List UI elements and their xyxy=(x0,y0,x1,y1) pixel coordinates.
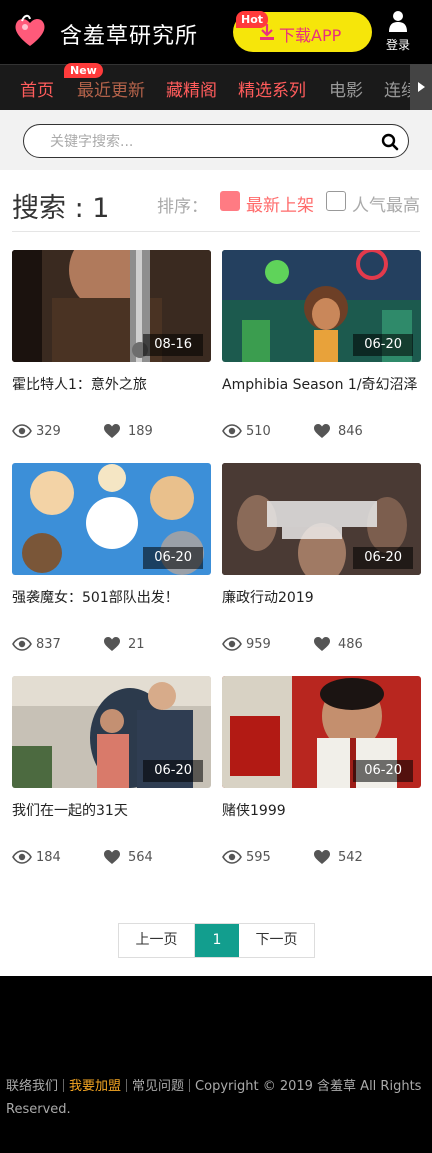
sort-option-newest[interactable]: 最新上架 xyxy=(220,190,320,216)
view-count-value: 184 xyxy=(36,850,61,865)
download-label: 下载APP xyxy=(279,26,342,45)
video-title[interactable]: Amphibia Season 1/奇幻沼泽 xyxy=(222,374,432,394)
date-tag: 06-20 xyxy=(353,547,413,569)
search-bar xyxy=(0,110,432,170)
date-tag: 08-16 xyxy=(143,334,203,356)
view-count-value: 837 xyxy=(36,637,61,652)
divider xyxy=(63,1079,65,1092)
like-count-value: 189 xyxy=(128,424,153,439)
date-tag: 06-20 xyxy=(353,334,413,356)
login-button[interactable]: 登录 xyxy=(380,10,416,54)
heart-icon xyxy=(314,850,330,864)
eye-icon xyxy=(12,637,32,651)
video-thumbnail[interactable]: 06-20 xyxy=(12,676,211,788)
like-count-value: 21 xyxy=(128,637,145,652)
login-label: 登录 xyxy=(385,38,410,52)
sort-option-label: 人气最高 xyxy=(352,196,420,216)
eye-icon xyxy=(222,424,242,438)
sort-option-label: 最新上架 xyxy=(246,196,314,216)
pagination: 上一页 1 下一页 xyxy=(118,923,315,958)
video-title[interactable]: 赌侠1999 xyxy=(222,800,432,820)
top-header: 含羞草研究所 下载APP Hot 登录 xyxy=(0,0,432,64)
video-card[interactable]: 06-20 我们在一起的31天 184 564 xyxy=(12,676,211,876)
eye-icon xyxy=(222,850,242,864)
sort-label: 排序： xyxy=(157,197,208,217)
search-icon[interactable] xyxy=(381,133,399,151)
video-thumbnail[interactable]: 06-20 xyxy=(12,463,211,575)
like-count-value: 486 xyxy=(338,637,363,652)
heart-icon xyxy=(314,637,330,651)
nav-scroll-right-icon[interactable] xyxy=(410,64,432,110)
checkbox-checked-icon xyxy=(220,191,240,211)
site-brand[interactable]: 含羞草研究所 xyxy=(60,18,198,50)
like-count-value: 542 xyxy=(338,850,363,865)
video-thumbnail[interactable]: 06-20 xyxy=(222,676,421,788)
heart-icon xyxy=(104,637,120,651)
heart-icon xyxy=(314,424,330,438)
nav-item-movies[interactable]: 电影 xyxy=(329,76,363,101)
join-link[interactable]: 我要加盟 xyxy=(69,1079,121,1094)
eye-icon xyxy=(12,850,32,864)
video-card[interactable]: 06-20 Amphibia Season 1/奇幻沼泽 510 846 xyxy=(222,250,421,450)
search-result-title: 搜索 : 1 xyxy=(12,193,110,224)
prev-page-button[interactable]: 上一页 xyxy=(119,924,195,957)
divider xyxy=(189,1079,191,1092)
nav-item-home[interactable]: 首页 xyxy=(20,76,54,101)
date-tag: 06-20 xyxy=(143,547,203,569)
contact-link[interactable]: 联络我们 xyxy=(6,1079,58,1094)
video-title[interactable]: 我们在一起的31天 xyxy=(12,800,222,820)
divider xyxy=(12,231,420,232)
nav-item-recent[interactable]: 最近更新 xyxy=(77,76,145,101)
video-card[interactable]: 06-20 强袭魔女：501部队出发！ 837 21 xyxy=(12,463,211,663)
heart-logo-icon[interactable] xyxy=(12,13,48,49)
divider xyxy=(126,1079,128,1092)
like-count-value: 564 xyxy=(128,850,153,865)
video-thumbnail[interactable]: 06-20 xyxy=(222,463,421,575)
search-box xyxy=(23,124,409,158)
checkbox-unchecked-icon xyxy=(326,191,346,211)
view-count-value: 510 xyxy=(246,424,271,439)
view-count-value: 595 xyxy=(246,850,271,865)
eye-icon xyxy=(222,637,242,651)
video-thumbnail[interactable]: 06-20 xyxy=(222,250,421,362)
video-title[interactable]: 霍比特人1：意外之旅 xyxy=(12,374,222,394)
video-card[interactable]: 06-20 赌侠1999 595 542 xyxy=(222,676,421,876)
eye-icon xyxy=(12,424,32,438)
date-tag: 06-20 xyxy=(353,760,413,782)
like-count-value: 846 xyxy=(338,424,363,439)
sort-option-popular[interactable]: 人气最高 xyxy=(326,190,426,216)
user-icon xyxy=(389,11,407,32)
current-page[interactable]: 1 xyxy=(195,924,239,957)
video-title[interactable]: 强袭魔女：501部队出发！ xyxy=(12,587,222,607)
video-card[interactable]: 08-16 霍比特人1：意外之旅 329 189 xyxy=(12,250,211,450)
view-count-value: 329 xyxy=(36,424,61,439)
video-thumbnail[interactable]: 08-16 xyxy=(12,250,211,362)
faq-link[interactable]: 常见问题 xyxy=(132,1079,184,1094)
video-card[interactable]: 06-20 廉政行动2019 959 486 xyxy=(222,463,421,663)
nav-item-featured[interactable]: 精选系列 xyxy=(238,76,306,101)
search-input[interactable] xyxy=(50,132,350,152)
new-badge: New xyxy=(64,63,103,78)
heart-icon xyxy=(104,850,120,864)
date-tag: 06-20 xyxy=(143,760,203,782)
hot-badge: Hot xyxy=(236,11,269,28)
footer: 联络我们 我要加盟 常见问题 Copyright © 2019 含羞草 All Rig… xyxy=(0,976,432,1153)
next-page-button[interactable]: 下一页 xyxy=(239,924,314,957)
heart-icon xyxy=(104,424,120,438)
video-title[interactable]: 廉政行动2019 xyxy=(222,587,432,607)
footer-links: 联络我们 我要加盟 常见问题 Copyright © 2019 含羞草 All Rig… xyxy=(6,1075,426,1121)
view-count-value: 959 xyxy=(246,637,271,652)
nav-item-collection[interactable]: 藏精阁 xyxy=(166,76,217,101)
